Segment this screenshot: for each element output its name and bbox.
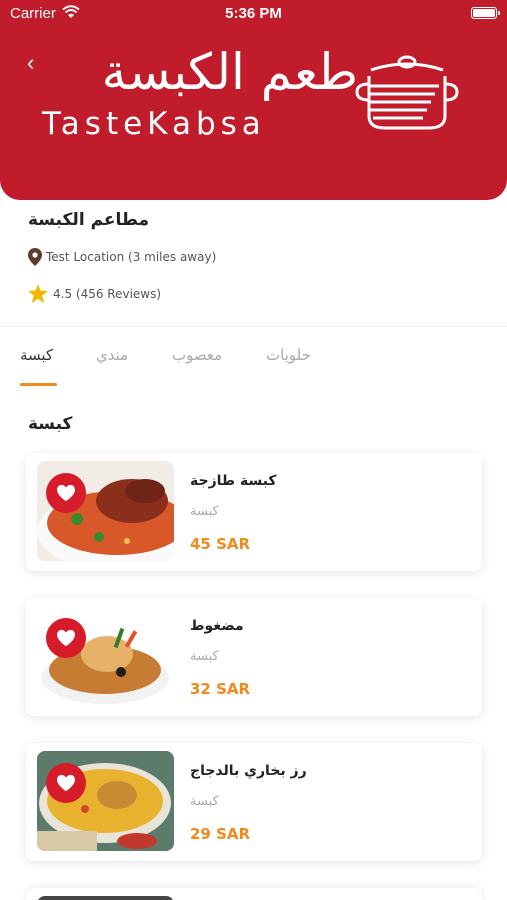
cooking-pot-icon [355,55,459,130]
menu-item-card[interactable]: رز بخاري بالدجاج كبسة 29 SAR [26,743,482,861]
restaurant-name: مطاعم الكبسة [28,210,149,230]
logo-arabic-text: طعم الكبسة [101,43,358,101]
status-bar: Carrier 5:36 PM [0,0,507,28]
item-price: 45 SAR [190,535,251,553]
clock-label: 5:36 PM [225,5,282,22]
item-category: كبسة [190,504,219,519]
section-title: كبسة [28,414,73,434]
item-category: كبسة [190,794,219,809]
favorite-heart-button[interactable] [46,763,86,803]
item-name: رز بخاري بالدجاج [190,763,307,779]
tab-masoub[interactable]: معصوب [172,346,222,364]
category-tabs: كبسة مندي معصوب حلويات [0,330,507,390]
item-category: كبسة [190,649,219,664]
tab-desserts[interactable]: حلويات [266,346,311,364]
header-banner: ‹ طعم الكبسة TasteKabsa [0,0,507,200]
tab-kabsa[interactable]: كبسة [20,346,53,364]
heart-icon [57,629,75,647]
battery-icon [471,7,500,19]
menu-item-card-partial[interactable] [26,888,482,900]
menu-item-card[interactable]: كبسة طازجة كبسة 45 SAR [26,453,482,571]
logo-english-text: TasteKabsa [42,106,266,142]
tab-mandi[interactable]: مندي [96,346,128,364]
favorite-heart-button[interactable] [46,618,86,658]
menu-item-card[interactable]: مضغوط كبسة 32 SAR [26,598,482,716]
rating-row: 4.5 (456 Reviews) [28,284,161,303]
active-tab-indicator [20,383,57,386]
back-chevron-icon[interactable]: ‹ [27,50,34,76]
item-price: 32 SAR [190,680,251,698]
item-price: 29 SAR [190,825,251,843]
restaurant-info: مطاعم الكبسة Test Location (3 miles away… [0,200,507,327]
item-name: مضغوط [190,618,244,634]
location-row: Test Location (3 miles away) [28,248,216,266]
heart-icon [57,484,75,502]
rating-text: 4.5 (456 Reviews) [53,286,162,301]
star-icon [28,284,48,303]
item-name: كبسة طازجة [190,473,277,489]
location-text: Test Location (3 miles away) [46,250,217,264]
location-pin-icon [28,248,42,266]
favorite-heart-button[interactable] [46,473,86,513]
heart-icon [57,774,75,792]
food-image [37,896,174,900]
